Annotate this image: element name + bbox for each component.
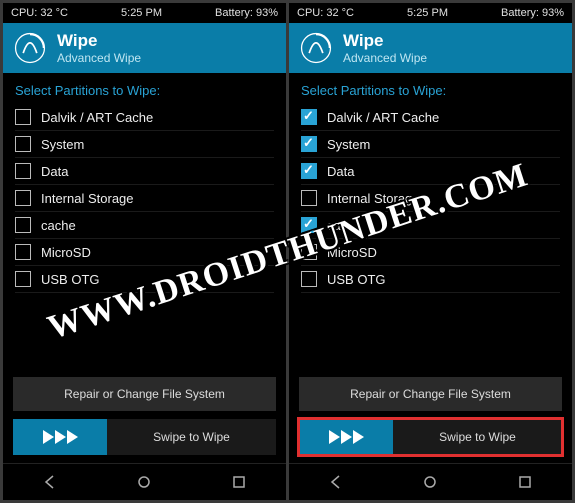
chevron-right-icon — [341, 430, 352, 444]
partition-row[interactable]: USB OTG — [15, 266, 274, 293]
chevron-right-icon — [55, 430, 66, 444]
swipe-knob[interactable] — [299, 419, 393, 455]
partition-row[interactable]: Data — [301, 158, 560, 185]
partition-label: System — [327, 137, 370, 152]
partition-row[interactable]: Internal Storage — [301, 185, 560, 212]
checkbox[interactable] — [301, 190, 317, 206]
section-title: Select Partitions to Wipe: — [3, 73, 286, 104]
checkbox[interactable] — [301, 271, 317, 287]
recent-icon[interactable] — [229, 472, 249, 492]
page-subtitle: Advanced Wipe — [343, 51, 427, 65]
twrp-logo-icon — [299, 31, 333, 65]
home-icon[interactable] — [420, 472, 440, 492]
checkbox[interactable] — [15, 244, 31, 260]
page-title: Wipe — [343, 31, 427, 51]
partition-row[interactable]: System — [15, 131, 274, 158]
chevron-right-icon — [43, 430, 54, 444]
checkbox[interactable] — [301, 109, 317, 125]
header: Wipe Advanced Wipe — [3, 23, 286, 73]
checkbox[interactable] — [301, 244, 317, 260]
chevron-right-icon — [329, 430, 340, 444]
swipe-label: Swipe to Wipe — [393, 430, 562, 444]
checkbox[interactable] — [15, 271, 31, 287]
checkbox[interactable] — [15, 190, 31, 206]
partition-label: MicroSD — [327, 245, 377, 260]
checkbox[interactable] — [15, 136, 31, 152]
partition-label: Data — [327, 164, 354, 179]
swipe-slider[interactable]: Swipe to Wipe — [299, 419, 562, 455]
swipe-knob[interactable] — [13, 419, 107, 455]
screen-0: CPU: 32 °C 5:25 PM Battery: 93% Wipe Adv… — [3, 3, 286, 500]
recent-icon[interactable] — [515, 472, 535, 492]
partition-label: USB OTG — [41, 272, 100, 287]
status-bar: CPU: 32 °C 5:25 PM Battery: 93% — [3, 3, 286, 23]
back-icon[interactable] — [40, 472, 60, 492]
section-title: Select Partitions to Wipe: — [289, 73, 572, 104]
partition-label: Dalvik / ART Cache — [41, 110, 153, 125]
chevron-right-icon — [353, 430, 364, 444]
partition-row[interactable]: Data — [15, 158, 274, 185]
partition-label: cache — [327, 218, 362, 233]
partition-row[interactable]: cache — [301, 212, 560, 239]
partition-row[interactable]: cache — [15, 212, 274, 239]
partition-row[interactable]: Dalvik / ART Cache — [15, 104, 274, 131]
clock: 5:25 PM — [407, 7, 448, 19]
home-icon[interactable] — [134, 472, 154, 492]
cpu-temp: CPU: 32 °C — [11, 7, 68, 19]
battery-level: Battery: 93% — [215, 7, 278, 19]
battery-level: Battery: 93% — [501, 7, 564, 19]
partition-row[interactable]: USB OTG — [301, 266, 560, 293]
clock: 5:25 PM — [121, 7, 162, 19]
partition-row[interactable]: Internal Storage — [15, 185, 274, 212]
page-subtitle: Advanced Wipe — [57, 51, 141, 65]
checkbox[interactable] — [15, 109, 31, 125]
nav-bar — [3, 463, 286, 500]
header: Wipe Advanced Wipe — [289, 23, 572, 73]
partition-label: Data — [41, 164, 68, 179]
chevron-right-icon — [67, 430, 78, 444]
partition-label: System — [41, 137, 84, 152]
back-icon[interactable] — [326, 472, 346, 492]
page-title: Wipe — [57, 31, 141, 51]
cpu-temp: CPU: 32 °C — [297, 7, 354, 19]
partition-label: Internal Storage — [327, 191, 420, 206]
partition-label: USB OTG — [327, 272, 386, 287]
nav-bar — [289, 463, 572, 500]
repair-button[interactable]: Repair or Change File System — [13, 377, 276, 411]
partition-label: cache — [41, 218, 76, 233]
checkbox[interactable] — [301, 163, 317, 179]
checkbox[interactable] — [15, 163, 31, 179]
checkbox[interactable] — [15, 217, 31, 233]
partition-label: MicroSD — [41, 245, 91, 260]
partition-list: Dalvik / ART Cache System Data Internal … — [3, 104, 286, 369]
swipe-label: Swipe to Wipe — [107, 430, 276, 444]
partition-row[interactable]: MicroSD — [15, 239, 274, 266]
partition-row[interactable]: MicroSD — [301, 239, 560, 266]
partition-label: Dalvik / ART Cache — [327, 110, 439, 125]
status-bar: CPU: 32 °C 5:25 PM Battery: 93% — [289, 3, 572, 23]
repair-button[interactable]: Repair or Change File System — [299, 377, 562, 411]
partition-list: Dalvik / ART Cache System Data Internal … — [289, 104, 572, 369]
partition-label: Internal Storage — [41, 191, 134, 206]
swipe-slider[interactable]: Swipe to Wipe — [13, 419, 276, 455]
checkbox[interactable] — [301, 217, 317, 233]
partition-row[interactable]: Dalvik / ART Cache — [301, 104, 560, 131]
twrp-logo-icon — [13, 31, 47, 65]
partition-row[interactable]: System — [301, 131, 560, 158]
screen-1: CPU: 32 °C 5:25 PM Battery: 93% Wipe Adv… — [289, 3, 572, 500]
checkbox[interactable] — [301, 136, 317, 152]
